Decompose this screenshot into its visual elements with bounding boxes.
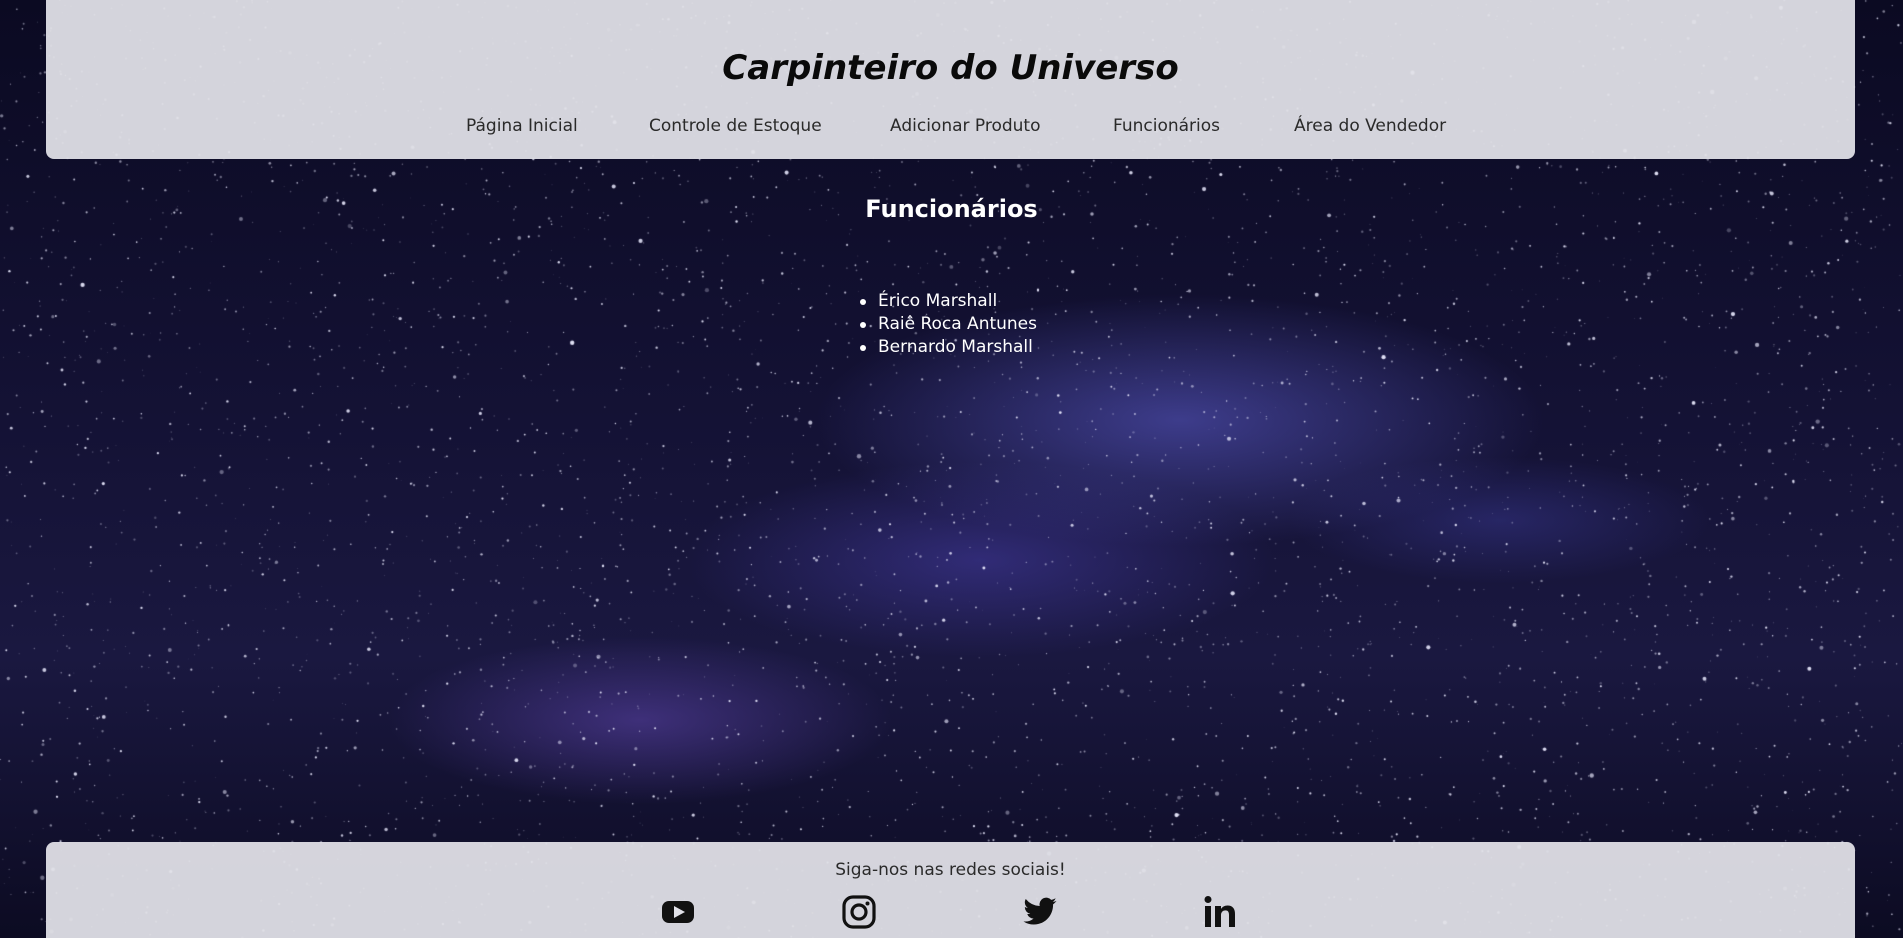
nav-link-pagina-inicial[interactable]: Página Inicial — [466, 116, 578, 136]
list-item: Érico Marshall — [860, 290, 1037, 313]
nav-link-controle-estoque[interactable]: Controle de Estoque — [649, 116, 822, 136]
site-title: Carpinteiro do Universo — [722, 48, 1179, 88]
site-header: Carpinteiro do Universo Página Inicial C… — [46, 0, 1855, 159]
youtube-icon[interactable] — [660, 894, 696, 930]
site-footer: Siga-nos nas redes sociais! — [46, 842, 1855, 938]
list-item: Bernardo Marshall — [860, 336, 1037, 359]
twitter-icon[interactable] — [1022, 894, 1058, 930]
page-title: Funcionários — [865, 195, 1038, 223]
nav-link-adicionar-produto[interactable]: Adicionar Produto — [890, 116, 1041, 136]
linkedin-icon[interactable] — [1202, 894, 1238, 930]
footer-text: Siga-nos nas redes sociais! — [835, 860, 1066, 880]
employee-list: Érico Marshall Raiê Roca Antunes Bernard… — [860, 290, 1037, 359]
instagram-icon[interactable] — [841, 894, 877, 930]
nav-link-area-vendedor[interactable]: Área do Vendedor — [1294, 116, 1446, 136]
list-item: Raiê Roca Antunes — [860, 314, 1037, 334]
nav-link-funcionarios[interactable]: Funcionários — [1113, 116, 1220, 136]
